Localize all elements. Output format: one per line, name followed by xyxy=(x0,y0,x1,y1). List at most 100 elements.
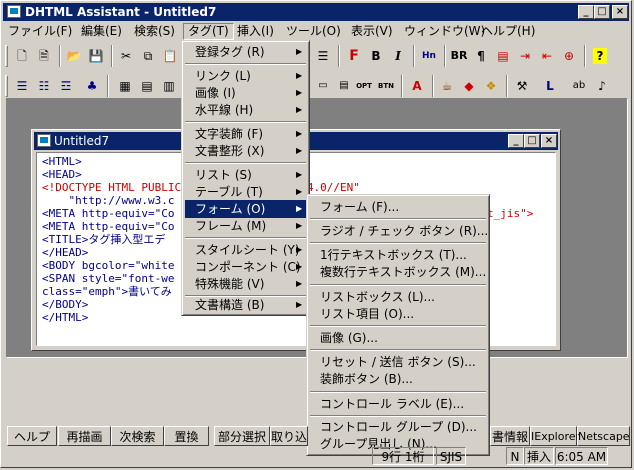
bullet-list-icon[interactable]: ☰ xyxy=(12,76,32,96)
tag-menu-item[interactable]: リンク (L) ▶ xyxy=(185,67,306,85)
form-menu-item[interactable]: リセット / 送信 ボタン (S)... xyxy=(310,353,486,371)
table-row-icon[interactable]: ▤ xyxy=(137,76,157,96)
block-icon[interactable]: ▤ xyxy=(493,46,513,66)
netscape-button[interactable]: Netscape xyxy=(577,426,630,446)
menu-tools[interactable]: ツール(O) xyxy=(282,23,345,40)
tag-menu-item[interactable]: フレーム (M) ▶ xyxy=(185,217,306,235)
function-bar: ヘルプ 再描画 次検索 置換 部分選択 取り込 書情報 IExplorer Ne… xyxy=(3,424,631,448)
paragraph-button[interactable]: ¶ xyxy=(471,46,491,66)
form-menu-item[interactable]: フォーム (F)... xyxy=(310,198,486,216)
object-icon[interactable]: ☕ xyxy=(437,76,457,96)
menu-window[interactable]: ウィンドウ(W) xyxy=(400,23,489,40)
definition-list-icon[interactable]: ☲ xyxy=(56,76,76,96)
tag-menu-item[interactable]: 登録タグ (R) ▶ xyxy=(185,43,306,61)
anchor-icon[interactable]: A xyxy=(407,76,427,96)
help-function-button[interactable]: ヘルプ xyxy=(7,426,57,446)
menu-tag[interactable]: タグ(T) xyxy=(183,23,234,40)
form-menu-item[interactable]: リストボックス (L)... xyxy=(310,288,486,306)
menu-separator xyxy=(310,391,486,393)
menu-search[interactable]: 検索(S) xyxy=(130,23,179,40)
app-icon[interactable] xyxy=(7,5,21,18)
paste-icon[interactable]: 📋 xyxy=(160,46,180,66)
new-template-icon[interactable]: 🗎 xyxy=(34,46,54,66)
submenu-arrow-icon: ▶ xyxy=(296,245,303,254)
copy-icon[interactable]: ⧉ xyxy=(138,46,158,66)
italic-button[interactable]: I xyxy=(388,46,408,66)
menu-edit[interactable]: 編集(E) xyxy=(77,23,126,40)
submenu-arrow-icon: ▶ xyxy=(296,47,303,56)
music-icon[interactable]: ♪ xyxy=(592,76,612,96)
font-color-icon[interactable]: F xyxy=(344,46,364,66)
code-line: "http://www.w3.c xyxy=(42,194,175,207)
tag-menu-item[interactable]: 画像 (I) ▶ xyxy=(185,84,306,102)
document-close-button[interactable]: × xyxy=(541,134,557,148)
abc-icon[interactable]: ab xyxy=(569,76,589,96)
menu-view[interactable]: 表示(V) xyxy=(347,23,397,40)
toolbar-grip[interactable] xyxy=(5,45,8,67)
tag-menu-item[interactable]: テーブル (T) ▶ xyxy=(185,183,306,201)
tool-icon[interactable]: ⚒ xyxy=(512,76,532,96)
iexplorer-button[interactable]: IExplorer xyxy=(530,426,580,446)
tag-menu: 登録タグ (R) ▶ リンク (L) ▶ 画像 (I) ▶ 水平線 (H) ▶ 文字装飾… xyxy=(181,40,310,316)
form-menu-item[interactable]: 画像 (G)... xyxy=(310,329,486,347)
tag-menu-item[interactable]: リスト (S) ▶ xyxy=(185,166,306,184)
find-next-button[interactable]: 次検索 xyxy=(111,426,164,446)
form-menu-item[interactable]: コントロール ラベル (E)... xyxy=(310,395,486,413)
insert-mode-indicator: 挿入 xyxy=(524,447,554,465)
toolbar-grip[interactable] xyxy=(5,75,8,97)
doc-info-button[interactable]: 書情報 xyxy=(490,426,530,446)
numbered-list-icon[interactable]: ☷ xyxy=(34,76,54,96)
form-menu-item[interactable]: 1行テキストボックス (T)... xyxy=(310,246,486,264)
n-indicator: N xyxy=(506,447,524,465)
tag-menu-item[interactable]: 水平線 (H) ▶ xyxy=(185,101,306,119)
document-icon[interactable] xyxy=(37,134,51,147)
minimize-button[interactable]: _ xyxy=(578,5,594,19)
form-menu-item[interactable]: 装飾ボタン (B)... xyxy=(310,370,486,388)
bold-button[interactable]: B xyxy=(366,46,386,66)
heading-icon[interactable]: Hn xyxy=(419,46,439,66)
tag-menu-item[interactable]: コンポーネント (C) ▶ xyxy=(185,258,306,276)
label-icon[interactable]: L xyxy=(540,76,560,96)
tag-menu-item-form[interactable]: フォーム (O) ▶ xyxy=(185,200,306,218)
new-file-icon[interactable]: 🗋 xyxy=(12,46,32,66)
document-minimize-button[interactable]: _ xyxy=(508,134,524,148)
option-button[interactable]: OPT xyxy=(354,76,374,96)
br-button[interactable]: BR xyxy=(449,46,469,66)
partial-select-button[interactable]: 部分選択 xyxy=(214,426,270,446)
table-icon[interactable]: ▦ xyxy=(115,76,135,96)
plugin-icon[interactable]: ❖ xyxy=(481,76,501,96)
cut-icon[interactable]: ✂ xyxy=(116,46,136,66)
alert-icon[interactable]: ⊕ xyxy=(559,46,579,66)
document-maximize-button[interactable]: □ xyxy=(524,134,540,148)
textarea-icon[interactable]: ▭ xyxy=(313,76,333,96)
align-icon[interactable]: ☰ xyxy=(313,46,333,66)
component-icon[interactable]: ◆ xyxy=(459,76,479,96)
menu-file[interactable]: ファイル(F) xyxy=(4,23,76,40)
close-button[interactable]: × xyxy=(612,5,628,19)
menu-help[interactable]: ヘルプ(H) xyxy=(477,23,539,40)
tag-menu-item[interactable]: 文書構造 (B) ▶ xyxy=(185,296,306,314)
tree-icon[interactable]: ♣ xyxy=(82,76,102,96)
save-icon[interactable]: 💾 xyxy=(86,46,106,66)
redraw-button[interactable]: 再描画 xyxy=(58,426,111,446)
tag-menu-item[interactable]: 特殊機能 (V) ▶ xyxy=(185,275,306,293)
tag-menu-item[interactable]: スタイルシート (Y) ▶ xyxy=(185,241,306,259)
menu-separator xyxy=(185,121,306,123)
table-cell-icon[interactable]: ▥ xyxy=(159,76,179,96)
tag-menu-item[interactable]: 文書整形 (X) ▶ xyxy=(185,142,306,160)
listbox-icon[interactable]: ▤ xyxy=(334,76,354,96)
import-button[interactable]: 取り込 xyxy=(270,426,308,446)
tag-menu-item[interactable]: 文字装飾 (F) ▶ xyxy=(185,125,306,143)
delete-icon[interactable]: ⇤ xyxy=(537,46,557,66)
replace-button[interactable]: 置換 xyxy=(164,426,209,446)
form-menu-item[interactable]: リスト項目 (O)... xyxy=(310,305,486,323)
open-folder-icon[interactable]: 📂 xyxy=(64,46,84,66)
help-button[interactable]: ? xyxy=(593,48,607,64)
insert-icon[interactable]: ⇥ xyxy=(515,46,535,66)
maximize-button[interactable]: □ xyxy=(594,5,610,19)
toolbar-separator xyxy=(107,75,109,97)
button-tag-button[interactable]: BTN xyxy=(376,76,396,96)
form-menu-item[interactable]: 複数行テキストボックス (M)... xyxy=(310,263,486,281)
form-menu-item[interactable]: ラジオ / チェック ボタン (R)... xyxy=(310,222,488,240)
menu-insert[interactable]: 挿入(I) xyxy=(233,23,278,40)
